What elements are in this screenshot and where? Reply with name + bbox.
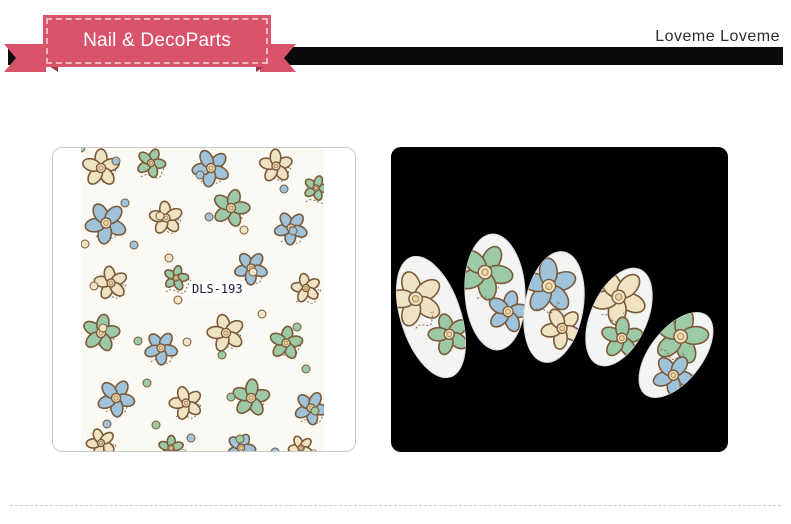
- product-code-label: DLS-193: [189, 281, 246, 297]
- product-code: DLS-193: [192, 282, 243, 296]
- ribbon-fold-left: [46, 64, 58, 72]
- brand-ribbon[interactable]: Nail & DecoParts: [43, 15, 271, 67]
- floral-pattern: [81, 148, 324, 451]
- nail-tips-panel[interactable]: [391, 147, 728, 452]
- header: Nail & DecoParts Loveme Loveme: [0, 0, 791, 90]
- section-divider: [10, 505, 781, 506]
- sticker-sheet-panel[interactable]: DLS-193: [52, 147, 356, 452]
- nail-tips-image: [391, 233, 714, 399]
- sticker-sheet-image: DLS-193: [81, 148, 324, 451]
- store-name: Loveme Loveme: [655, 28, 780, 45]
- ribbon-fold-right: [256, 64, 268, 72]
- brand-label: Nail & DecoParts: [83, 30, 231, 51]
